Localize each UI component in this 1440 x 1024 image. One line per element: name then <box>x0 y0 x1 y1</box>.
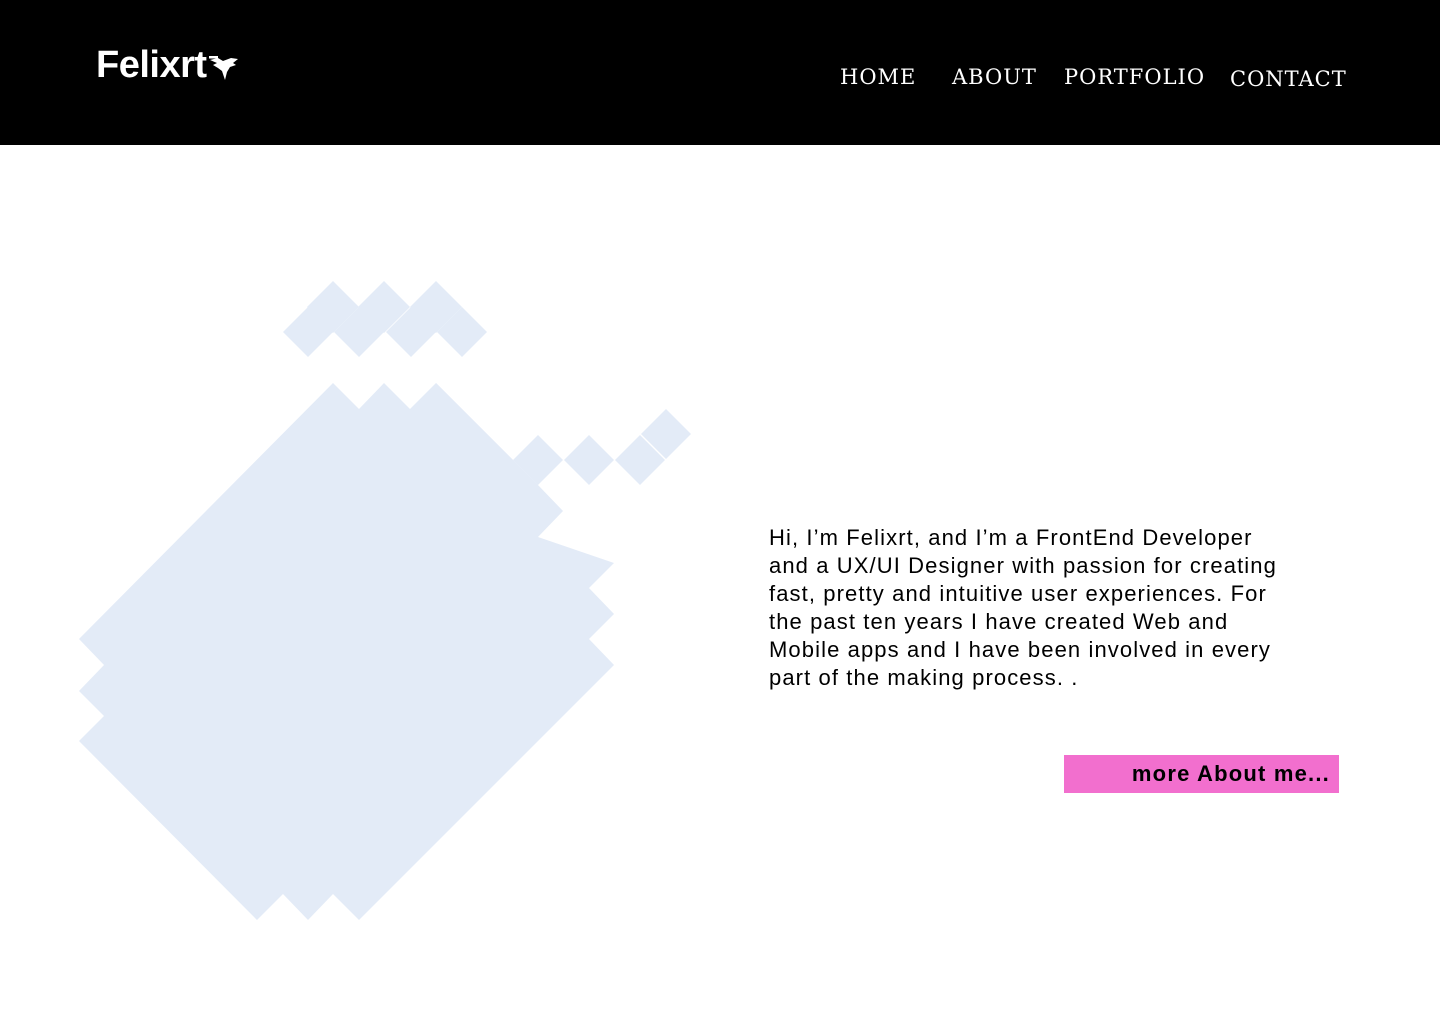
more-about-me-button[interactable]: more About me... <box>1064 755 1339 793</box>
nav-portfolio[interactable]: PORTFOLIO <box>1064 65 1205 89</box>
nav-contact[interactable]: CONTACT <box>1230 67 1347 91</box>
site-header: Felixrt HOME ABOUT PORTFOLIO CONTACT <box>0 0 1440 145</box>
nav-home[interactable]: HOME <box>840 65 916 89</box>
small-diamond <box>564 435 614 485</box>
intro-paragraph: Hi, I’m Felixrt, and I’m a FrontEnd Deve… <box>769 525 1277 690</box>
pixel-diamond-pattern <box>79 281 691 920</box>
nav-about[interactable]: ABOUT <box>952 65 1037 89</box>
main-nav: HOME ABOUT PORTFOLIO CONTACT <box>0 62 1440 102</box>
